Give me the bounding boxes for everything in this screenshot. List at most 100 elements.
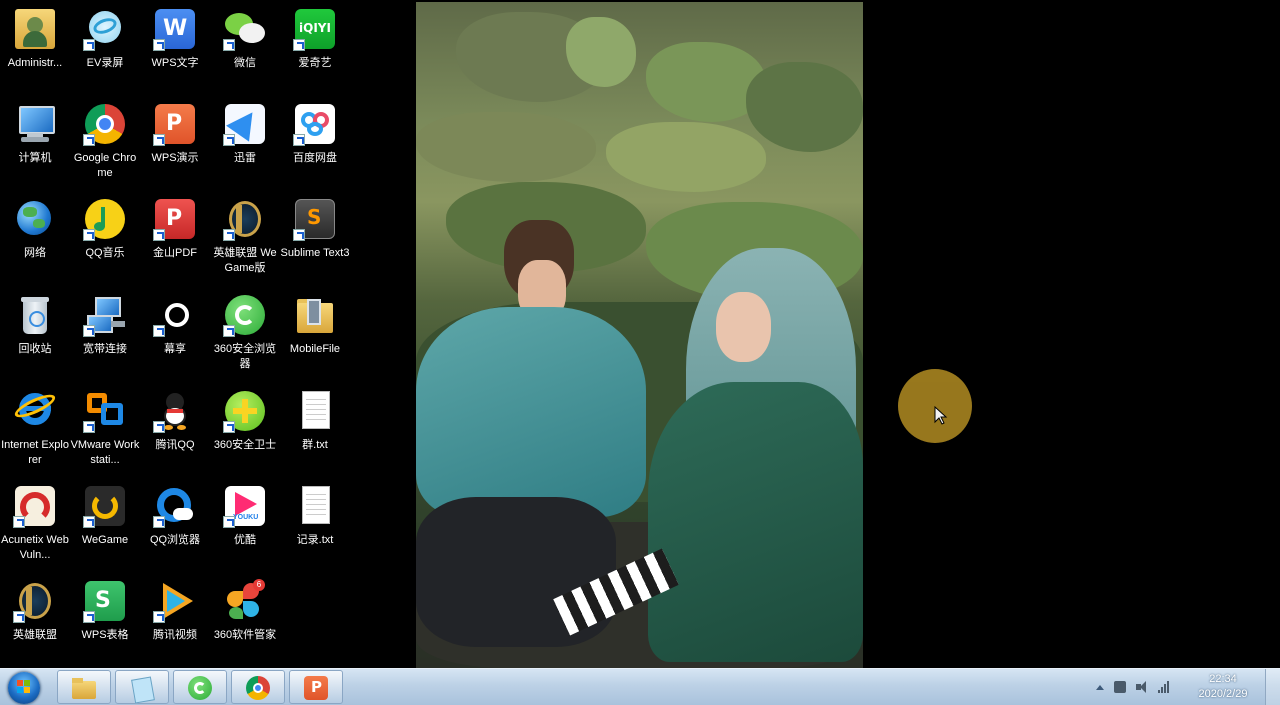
- desktop-icon-acunetix[interactable]: Acunetix Web Vuln...: [0, 479, 70, 571]
- desktop-icon-wps-spreadsheet[interactable]: S WPS表格: [70, 574, 140, 666]
- start-button[interactable]: [4, 671, 44, 705]
- desktop-icon-baidu-netdisk[interactable]: 百度网盘: [280, 97, 350, 189]
- icon-label: 百度网盘: [293, 152, 337, 164]
- desktop-icon-youku[interactable]: YOUKU 优酷: [210, 479, 280, 571]
- icon-label: 腾讯视频: [153, 629, 197, 641]
- desktop-icon-recycle-bin[interactable]: 回收站: [0, 288, 70, 380]
- icon-label: Sublime Text3: [280, 247, 350, 259]
- explorer-icon: [71, 675, 97, 701]
- taskbar-360-browser-button[interactable]: [173, 670, 227, 704]
- notepad-icon: [129, 675, 155, 704]
- icon-label: 迅雷: [234, 152, 256, 164]
- wps-writer-icon: W: [153, 7, 197, 51]
- 360-browser-icon: [223, 293, 267, 337]
- wegame-icon: [83, 484, 127, 528]
- desktop-icon-wps-writer[interactable]: W WPS文字: [140, 2, 210, 94]
- ev-recorder-icon: [83, 7, 127, 51]
- icon-label: 宽带连接: [83, 343, 127, 355]
- desktop-icon-kingsoft-pdf[interactable]: P 金山PDF: [140, 192, 210, 284]
- desktop-icon-mobilefile[interactable]: MobileFile: [280, 288, 350, 380]
- icon-label: 英雄联盟 WeGame版: [213, 247, 277, 274]
- wps-presentation-icon: P: [303, 675, 329, 701]
- desktop-icon-sublime-text[interactable]: S Sublime Text3: [280, 192, 350, 284]
- desktop-icon-jilu-txt[interactable]: 记录.txt: [280, 479, 350, 571]
- icon-label: QQ音乐: [85, 247, 125, 259]
- icon-label: 爱奇艺: [298, 57, 332, 69]
- desktop-icon-ev-recorder[interactable]: EV录屏: [70, 2, 140, 94]
- taskbar-explorer-button[interactable]: [57, 670, 111, 704]
- acunetix-icon: [13, 484, 57, 528]
- desktop-icon-wps-presentation[interactable]: P WPS演示: [140, 97, 210, 189]
- desktop-icon-wegame[interactable]: WeGame: [70, 479, 140, 571]
- desktop[interactable]: Administr... 计算机 网络 回收站 Internet Explore…: [0, 0, 1280, 668]
- windows-logo-icon: [8, 672, 40, 704]
- chrome-icon: [245, 675, 271, 701]
- cursor-icon: [934, 405, 948, 425]
- text-file-icon: [293, 484, 337, 528]
- desktop-icon-lol-wegame[interactable]: 英雄联盟 WeGame版: [210, 192, 280, 284]
- wallpaper-photo: [416, 2, 863, 668]
- taskbar-wps-presentation-button[interactable]: P: [289, 670, 343, 704]
- volume-icon[interactable]: [1136, 681, 1148, 693]
- icon-label: QQ浏览器: [149, 534, 201, 546]
- sublime-text-icon: S: [293, 197, 337, 241]
- icon-label: 微信: [234, 57, 256, 69]
- icon-label: VMware Workstati...: [70, 439, 140, 466]
- icon-label: 360安全浏览器: [213, 343, 277, 370]
- icon-label: 360软件管家: [213, 629, 277, 641]
- qq-icon: [153, 389, 197, 433]
- desktop-icon-360-browser[interactable]: 360安全浏览器: [210, 288, 280, 380]
- network-icon: [13, 197, 57, 241]
- desktop-icon-tencent-video[interactable]: 腾讯视频: [140, 574, 210, 666]
- mouse-highlight: [898, 369, 972, 443]
- desktop-icon-360-software[interactable]: 6 360软件管家: [210, 574, 280, 666]
- 360-browser-icon: [187, 675, 213, 701]
- desktop-icon-qq[interactable]: 腾讯QQ: [140, 384, 210, 476]
- desktop-icon-qq-music[interactable]: QQ音乐: [70, 192, 140, 284]
- network-signal-icon[interactable]: [1158, 681, 1170, 693]
- icon-label: WPS演示: [151, 152, 199, 164]
- show-desktop-button[interactable]: [1265, 669, 1280, 705]
- tencent-video-icon: [153, 579, 197, 623]
- broadband-icon: [83, 293, 127, 337]
- taskbar-chrome-button[interactable]: [231, 670, 285, 704]
- wechat-icon: [223, 7, 267, 51]
- lol-icon: [13, 579, 57, 623]
- desktop-icon-network[interactable]: 网络: [0, 192, 70, 284]
- desktop-icon-muxiang[interactable]: 幕享: [140, 288, 210, 380]
- desktop-icon-xunlei[interactable]: 迅雷: [210, 97, 280, 189]
- qq-browser-icon: [153, 484, 197, 528]
- desktop-icon-iqiyi[interactable]: iQIYI 爱奇艺: [280, 2, 350, 94]
- desktop-icon-qun-txt[interactable]: 群.txt: [280, 384, 350, 476]
- icon-label: 金山PDF: [153, 247, 197, 259]
- kingsoft-pdf-icon: P: [153, 197, 197, 241]
- desktop-icon-chrome[interactable]: Google Chrome: [70, 97, 140, 189]
- icon-label: 腾讯QQ: [155, 439, 195, 451]
- clock[interactable]: 22:34 2020/2/29: [1188, 672, 1258, 702]
- clock-date: 2020/2/29: [1198, 688, 1248, 700]
- icon-label: WeGame: [81, 534, 129, 546]
- action-center-icon[interactable]: [1114, 681, 1126, 693]
- icon-label: Google Chrome: [73, 152, 137, 179]
- folder-icon: [293, 293, 337, 337]
- desktop-icon-administrator[interactable]: Administr...: [0, 2, 70, 94]
- desktop-icon-vmware[interactable]: VMware Workstati...: [70, 384, 140, 476]
- desktop-icon-computer[interactable]: 计算机: [0, 97, 70, 189]
- taskbar: P 22:34 2020/2/29: [0, 668, 1280, 705]
- recycle-bin-icon: [13, 293, 57, 337]
- desktop-icon-wechat[interactable]: 微信: [210, 2, 280, 94]
- taskbar-notepad-button[interactable]: [115, 670, 169, 704]
- qq-music-icon: [83, 197, 127, 241]
- icon-label: 群.txt: [302, 439, 328, 451]
- icon-label: 英雄联盟: [13, 629, 57, 641]
- desktop-icon-internet-explorer[interactable]: Internet Explorer: [0, 384, 70, 476]
- icon-label: Acunetix Web Vuln...: [1, 534, 69, 561]
- icon-label: Internet Explorer: [1, 439, 69, 466]
- muxiang-icon: [153, 293, 197, 337]
- desktop-icon-lol[interactable]: 英雄联盟: [0, 574, 70, 666]
- desktop-icon-broadband[interactable]: 宽带连接: [70, 288, 140, 380]
- show-hidden-icons-icon[interactable]: [1096, 685, 1104, 690]
- desktop-icon-360-security[interactable]: 360安全卫士: [210, 384, 280, 476]
- desktop-icon-qq-browser[interactable]: QQ浏览器: [140, 479, 210, 571]
- icon-label: 网络: [24, 247, 46, 259]
